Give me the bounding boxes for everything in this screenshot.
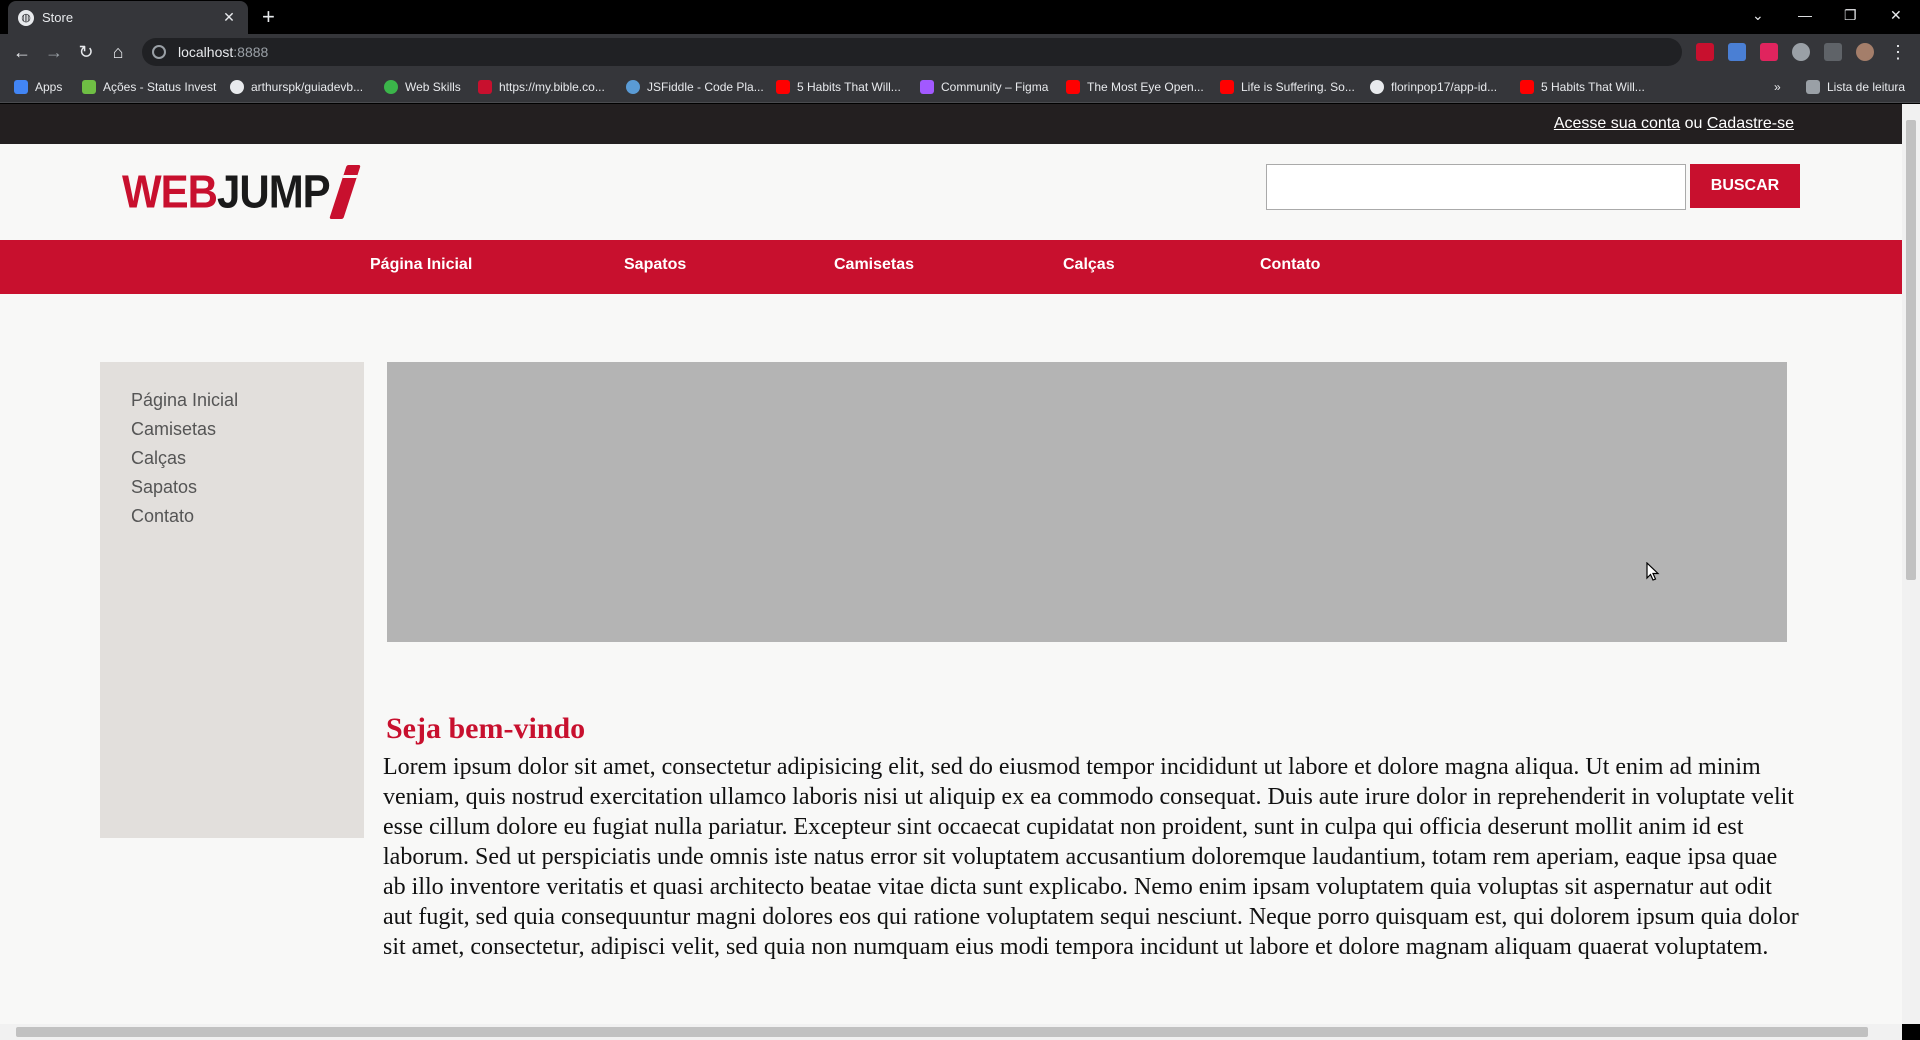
tab-title: Store <box>42 10 74 25</box>
tab-store[interactable]: ◍ Store ✕ <box>8 1 248 34</box>
bookmark-favicon-icon <box>82 80 96 94</box>
signup-link[interactable]: Cadastre-se <box>1707 115 1794 132</box>
bookmark-item[interactable]: arthurspk/guiadevb... <box>230 78 363 96</box>
page-content: Acesse sua conta ou Cadastre-se WEBJUMP … <box>0 104 1902 1024</box>
youtube-icon <box>776 80 790 94</box>
bookmark-item[interactable]: Life is Suffering. So... <box>1220 78 1355 96</box>
bookmark-item[interactable]: JSFiddle - Code Pla... <box>626 78 764 96</box>
youtube-icon <box>1066 80 1080 94</box>
nav-item-pants[interactable]: Calças <box>1063 256 1115 274</box>
bookmarks-bar: Apps Ações - Status Invest arthurspk/gui… <box>0 70 1920 103</box>
profile-avatar[interactable] <box>1856 43 1874 61</box>
youtube-extension-icon[interactable] <box>1696 43 1714 61</box>
webjump-logo[interactable]: WEBJUMP <box>122 165 361 219</box>
sidebar-item-contact[interactable]: Contato <box>131 502 364 531</box>
sidebar-item-pants[interactable]: Calças <box>131 444 364 473</box>
or-text: ou <box>1684 115 1703 132</box>
sidebar-item-shoes[interactable]: Sapatos <box>131 473 364 502</box>
logo-slash-icon <box>328 165 361 219</box>
nav-item-shirts[interactable]: Camisetas <box>834 256 914 274</box>
vertical-scroll-thumb[interactable] <box>1906 120 1916 580</box>
bookmark-item[interactable]: florinpop17/app-id... <box>1370 78 1497 96</box>
bookmark-apps[interactable]: Apps <box>14 78 62 96</box>
horizontal-scroll-thumb[interactable] <box>16 1027 1868 1037</box>
extensions-puzzle-icon[interactable] <box>1792 43 1810 61</box>
pocket-extension-icon[interactable] <box>1760 43 1778 61</box>
home-icon[interactable]: ⌂ <box>108 42 128 62</box>
reading-list-icon <box>1806 80 1820 94</box>
nav-item-contact[interactable]: Contato <box>1260 256 1320 274</box>
logo-web: WEB <box>122 165 218 218</box>
bookmark-favicon-icon <box>384 80 398 94</box>
nav-item-home[interactable]: Página Inicial <box>370 256 472 274</box>
sidebar-item-home[interactable]: Página Inicial <box>131 386 364 415</box>
bookmarks-overflow-icon[interactable]: » <box>1774 78 1781 96</box>
login-link[interactable]: Acesse sua conta <box>1554 115 1680 132</box>
bookmark-item[interactable]: 5 Habits That Will... <box>1520 78 1645 96</box>
youtube-icon <box>1520 80 1534 94</box>
reload-icon[interactable]: ↻ <box>76 42 96 62</box>
globe-icon: ◍ <box>18 9 34 26</box>
account-links: Acesse sua conta ou Cadastre-se <box>1554 115 1794 133</box>
forward-icon[interactable]: → <box>44 42 64 62</box>
reading-list[interactable]: Lista de leitura <box>1806 78 1905 96</box>
new-tab-icon[interactable]: + <box>262 6 275 28</box>
horizontal-scrollbar[interactable] <box>0 1024 1902 1040</box>
bookmark-item[interactable]: The Most Eye Open... <box>1066 78 1204 96</box>
apps-grid-icon <box>14 80 28 94</box>
menu-kebab-icon[interactable]: ⋮ <box>1888 42 1908 62</box>
sidebar-item-shirts[interactable]: Camisetas <box>131 415 364 444</box>
url-host: localhost <box>178 44 234 60</box>
window-close-icon[interactable]: ✕ <box>1890 0 1902 30</box>
logo-jump: JUMP <box>217 165 331 218</box>
translate-extension-icon[interactable] <box>1728 43 1746 61</box>
address-bar[interactable]: localhost:8888 <box>142 38 1682 66</box>
media-control-icon[interactable] <box>1824 43 1842 61</box>
bookmark-item[interactable]: Web Skills <box>384 78 461 96</box>
bookmark-item[interactable]: Community – Figma <box>920 78 1048 96</box>
account-bar: Acesse sua conta ou Cadastre-se <box>0 104 1902 144</box>
hero-banner <box>387 362 1787 642</box>
tab-search-icon[interactable]: ⌄ <box>1752 0 1764 30</box>
welcome-text: Lorem ipsum dolor sit amet, consectetur … <box>383 754 1799 960</box>
restore-icon[interactable]: ❐ <box>1844 0 1857 30</box>
cloud-icon <box>626 80 640 94</box>
browser-toolbar: ← → ↻ ⌂ localhost:8888 ⋮ <box>0 34 1920 70</box>
tab-strip: ◍ Store ✕ + ⌄ — ❐ ✕ <box>0 0 1920 34</box>
bookmark-item[interactable]: 5 Habits That Will... <box>776 78 901 96</box>
search-input[interactable] <box>1266 164 1686 210</box>
url-port: :8888 <box>233 44 269 60</box>
welcome-title: Seja bem-vindo <box>386 712 586 745</box>
sidebar-menu: Página Inicial Camisetas Calças Sapatos … <box>100 362 364 838</box>
bookmark-item[interactable]: https://my.bible.co... <box>478 78 605 96</box>
mouse-cursor-icon <box>1646 562 1660 581</box>
vertical-scrollbar[interactable] <box>1902 104 1920 1024</box>
bookmark-favicon-icon <box>478 80 492 94</box>
main-nav: Página Inicial Sapatos Camisetas Calças … <box>0 240 1902 294</box>
close-icon[interactable]: ✕ <box>220 9 238 26</box>
back-icon[interactable]: ← <box>12 42 32 62</box>
search-button[interactable]: BUSCAR <box>1690 164 1800 208</box>
site-header: WEBJUMP BUSCAR <box>0 144 1902 240</box>
github-icon <box>1370 80 1384 94</box>
browser-window: ◍ Store ✕ + ⌄ — ❐ ✕ ← → ↻ ⌂ localhost:88… <box>0 0 1920 1040</box>
bookmark-item[interactable]: Ações - Status Invest <box>82 78 216 96</box>
nav-item-shoes[interactable]: Sapatos <box>624 256 686 274</box>
minimize-icon[interactable]: — <box>1798 0 1812 30</box>
youtube-icon <box>1220 80 1234 94</box>
github-icon <box>230 80 244 94</box>
site-info-icon[interactable] <box>152 45 166 59</box>
figma-icon <box>920 80 934 94</box>
